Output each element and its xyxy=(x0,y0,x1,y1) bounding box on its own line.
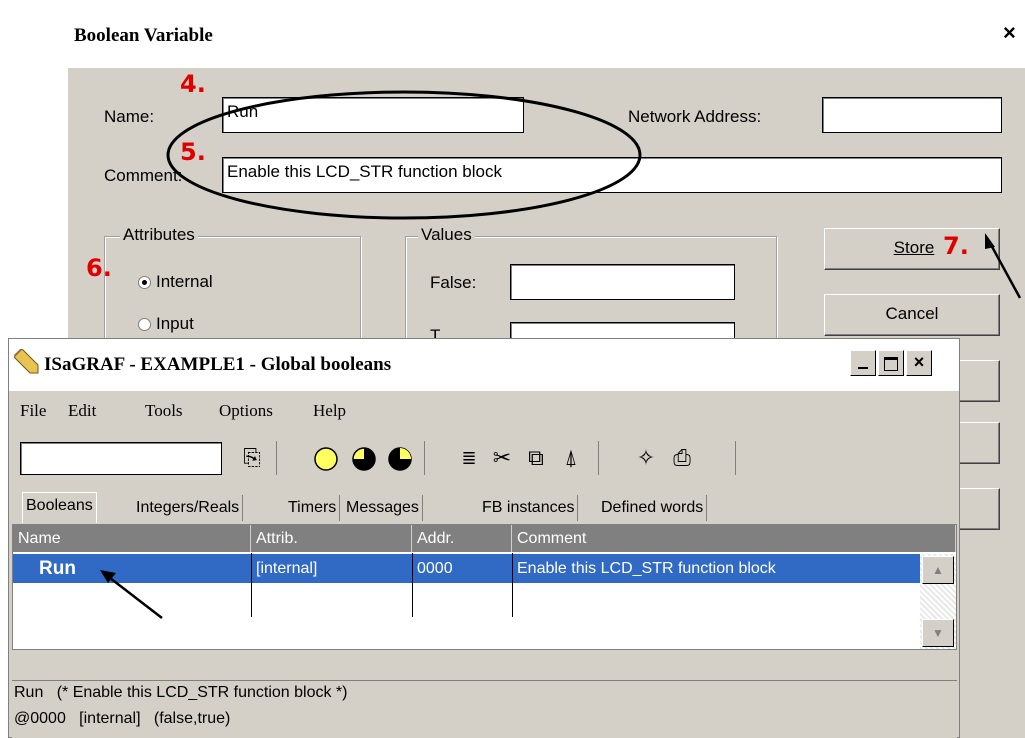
status-line-1: Run (* Enable this LCD_STR function bloc… xyxy=(14,684,348,701)
row-arrow-overlay xyxy=(100,570,163,619)
status-line-2: @0000 [internal] (false,true) xyxy=(14,710,231,727)
